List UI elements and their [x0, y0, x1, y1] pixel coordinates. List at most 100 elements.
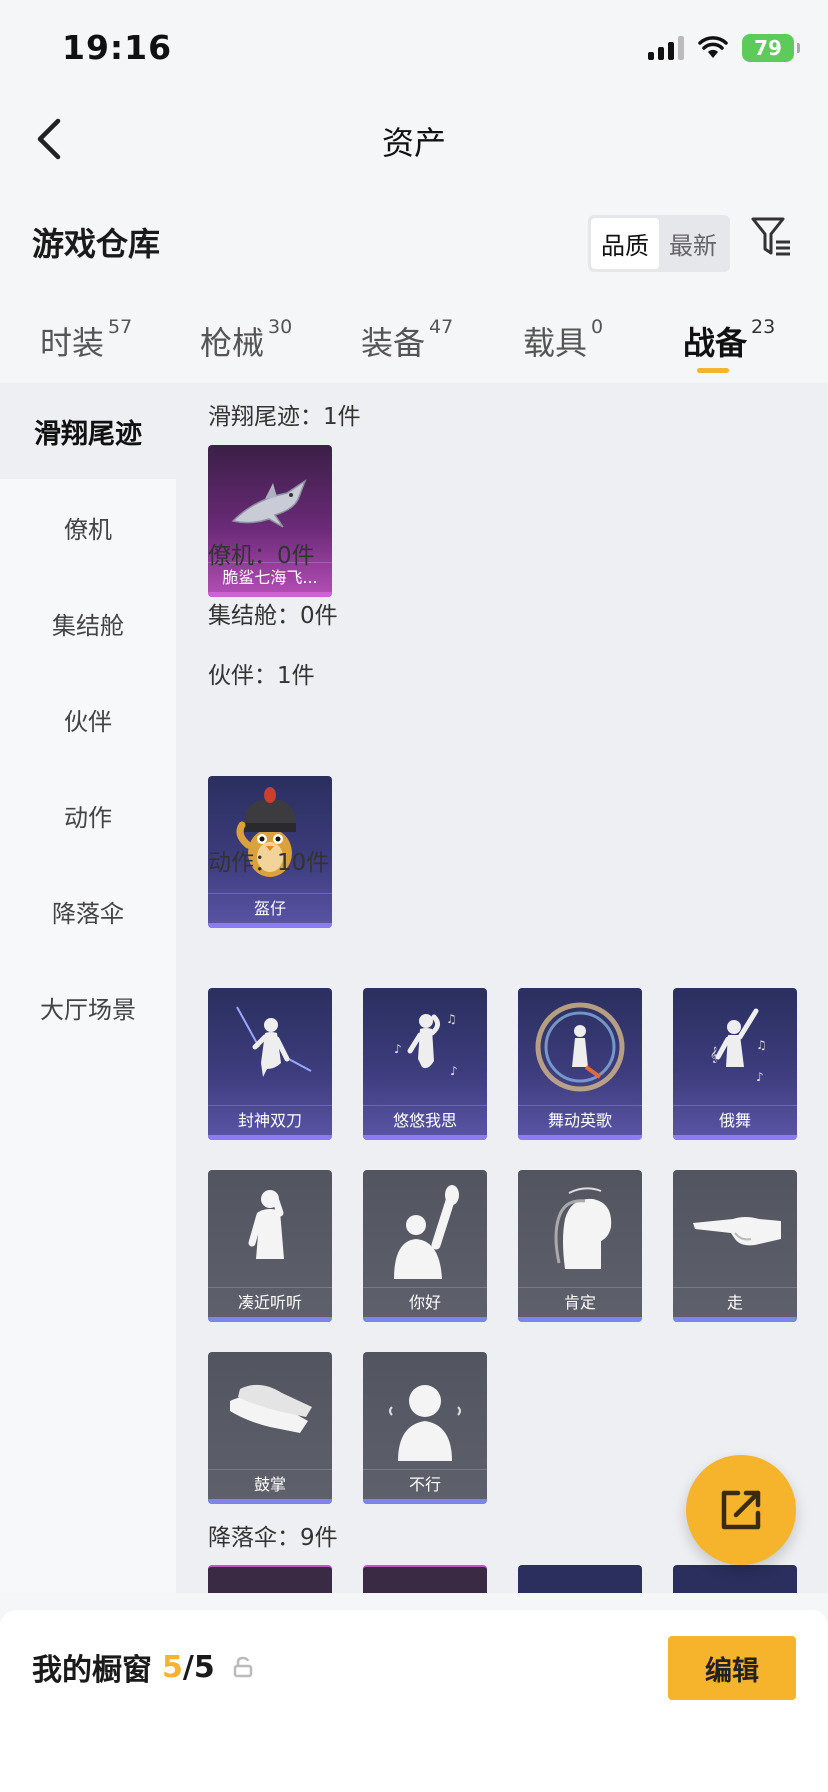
edit-button[interactable]: 编辑	[668, 1636, 796, 1700]
status-time: 19:16	[62, 28, 173, 67]
sidebar-item-companion[interactable]: 伙伴	[0, 671, 176, 767]
rarity-bar	[518, 1135, 642, 1140]
tab-count: 30	[268, 316, 293, 338]
head-shake-image	[363, 1352, 487, 1470]
item-card[interactable]: 肯定	[518, 1170, 642, 1322]
sidebar-item-parachute[interactable]: 降落伞	[0, 863, 176, 959]
tab-label: 时装	[40, 324, 105, 362]
wifi-icon	[698, 36, 728, 58]
sidebar-item-glide-trail[interactable]: 滑翔尾迹	[0, 383, 176, 479]
item-card[interactable]	[673, 1565, 797, 1593]
item-grid: 滑翔尾迹：1件 脆鲨七海飞... 僚机：0件 集结舱：0件 伙伴：1件 盔仔 动…	[176, 383, 828, 1593]
group-title-companion: 伙伴：1件	[208, 663, 315, 689]
rarity-bar	[518, 1317, 642, 1322]
item-card[interactable]: 不行	[363, 1352, 487, 1504]
sidebar-item-assembly-pod[interactable]: 集结舱	[0, 575, 176, 671]
item-label: 悠悠我思	[363, 1105, 487, 1135]
rarity-bar	[363, 1499, 487, 1504]
status-icons: 79	[648, 34, 800, 62]
tab-battle-prep[interactable]: 战备 23	[683, 316, 776, 364]
item-label: 凑近听听	[208, 1287, 332, 1317]
tab-label: 战备	[683, 324, 748, 362]
group-title-parachute: 降落伞：9件	[208, 1525, 338, 1551]
rarity-bar	[363, 1317, 487, 1322]
rarity-bar	[363, 1135, 487, 1140]
cellular-signal-icon	[648, 36, 684, 60]
section-title: 游戏仓库	[32, 225, 161, 263]
tab-label: 枪械	[200, 324, 265, 362]
item-card[interactable]: 舞动英歌	[518, 988, 642, 1140]
listen-pose-image	[208, 1170, 332, 1288]
svg-text:♫: ♫	[446, 1012, 457, 1026]
showcase-title: 我的橱窗	[32, 1653, 152, 1688]
category-tabs: 时装 57 枪械 30 装备 47 载具 0 战备 23	[0, 310, 828, 380]
lock-icon	[233, 1656, 253, 1678]
item-card[interactable]: 鼓掌	[208, 1352, 332, 1504]
item-card[interactable]: 脆鲨七海飞...	[208, 445, 332, 597]
item-label: 封神双刀	[208, 1105, 332, 1135]
share-button[interactable]	[686, 1455, 796, 1565]
pointing-hand-image	[673, 1170, 797, 1288]
sidebar-item-wingman[interactable]: 僚机	[0, 479, 176, 575]
tab-weapons[interactable]: 枪械 30	[200, 316, 293, 364]
sidebar-item-emote[interactable]: 动作	[0, 767, 176, 863]
rarity-bar	[208, 1317, 332, 1322]
item-label: 盔仔	[208, 893, 332, 923]
showcase-title-row: 我的橱窗 5/5	[32, 1645, 253, 1689]
item-card[interactable]	[208, 1565, 332, 1593]
filter-button[interactable]	[750, 215, 794, 259]
status-bar: 19:16 79	[0, 0, 828, 100]
item-card[interactable]: 你好	[363, 1170, 487, 1322]
clapping-hands-image	[208, 1352, 332, 1470]
tab-vehicles[interactable]: 载具 0	[523, 316, 603, 364]
nav-bar: 资产	[0, 100, 828, 180]
item-label: 你好	[363, 1287, 487, 1317]
filter-icon	[751, 217, 790, 256]
group-title-glide-trail: 滑翔尾迹：1件	[208, 404, 361, 430]
tab-equipment[interactable]: 装备 47	[361, 316, 454, 364]
item-label: 鼓掌	[208, 1469, 332, 1499]
sort-option-newest[interactable]: 最新	[659, 218, 727, 269]
tab-count: 23	[751, 316, 776, 338]
tab-fashion[interactable]: 时装 57	[40, 316, 133, 364]
showcase-current: 5	[162, 1649, 183, 1685]
rarity-bar	[208, 923, 332, 928]
tab-count: 57	[108, 316, 133, 338]
item-card[interactable]: 凑近听听	[208, 1170, 332, 1322]
group-title-assembly-pod: 集结舱：0件	[208, 603, 338, 629]
sort-option-quality[interactable]: 品质	[591, 218, 659, 269]
item-label: 舞动英歌	[518, 1105, 642, 1135]
battery-level: 79	[754, 36, 782, 60]
item-card[interactable]: 封神双刀	[208, 988, 332, 1140]
svg-text:♪: ♪	[450, 1064, 458, 1078]
sort-toggle: 品质 最新	[588, 215, 730, 272]
item-card[interactable]	[518, 1565, 642, 1593]
rarity-bar	[208, 1499, 332, 1504]
tab-count: 47	[429, 316, 454, 338]
external-link-icon	[721, 1490, 761, 1530]
item-label: 肯定	[518, 1287, 642, 1317]
item-card[interactable]: ♪ ♫ ♪ 悠悠我思	[363, 988, 487, 1140]
item-label: 走	[673, 1287, 797, 1317]
svg-text:♫: ♫	[756, 1038, 767, 1052]
svg-text:♪: ♪	[394, 1042, 402, 1056]
battery-icon: 79	[742, 34, 800, 62]
russian-dancer-image: 𝄞 ♫ ♪	[673, 988, 797, 1106]
sidebar-item-lobby-scene[interactable]: 大厅场景	[0, 959, 176, 1055]
item-card[interactable]: 𝄞 ♫ ♪ 俄舞	[673, 988, 797, 1140]
item-label: 俄舞	[673, 1105, 797, 1135]
section-header: 游戏仓库 品质 最新	[0, 205, 828, 275]
group-title-emote: 动作：10件	[208, 850, 330, 876]
item-card[interactable]: 走	[673, 1170, 797, 1322]
wave-hello-image	[363, 1170, 487, 1288]
item-card[interactable]	[363, 1565, 487, 1593]
bubble-dancer-image	[518, 988, 642, 1106]
rarity-bar	[208, 1135, 332, 1140]
showcase-count: 5/5	[162, 1650, 215, 1685]
showcase-separator: /	[182, 1649, 194, 1685]
category-sidebar: 滑翔尾迹 僚机 集结舱 伙伴 动作 降落伞 大厅场景	[0, 383, 176, 1593]
item-label: 不行	[363, 1469, 487, 1499]
active-tab-indicator	[697, 368, 729, 373]
tab-label: 载具	[523, 324, 588, 362]
showcase-bar: 我的橱窗 5/5 编辑	[0, 1610, 828, 1792]
